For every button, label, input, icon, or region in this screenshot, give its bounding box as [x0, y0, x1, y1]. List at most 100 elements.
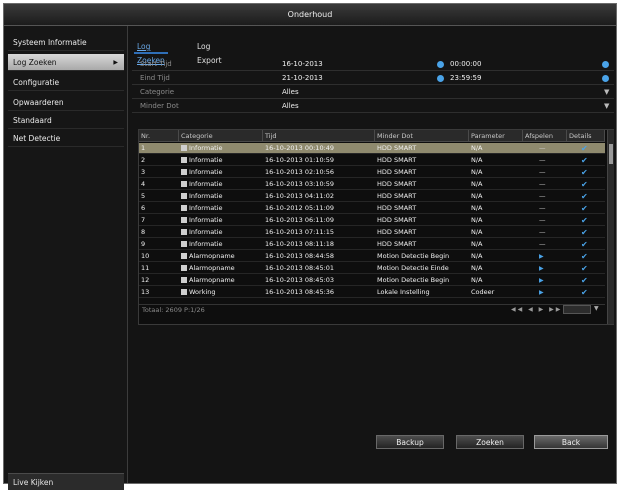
sidebar-item-system-info[interactable]: Systeem Informatie	[8, 34, 124, 51]
cell-nr: 7	[141, 216, 146, 224]
details-check-icon[interactable]: ✔	[579, 251, 599, 262]
column-header-category[interactable]: Categorie	[179, 130, 263, 142]
table-row[interactable]: 6 Informatie 16-10-2012 05:11:09 HDD SMART N…	[139, 203, 605, 214]
log-table: Nr. Categorie Tijd Minder Dot Parameter …	[138, 129, 614, 325]
info-icon	[181, 217, 187, 223]
cell-time: 16-10-2013 08:45:03	[265, 276, 335, 284]
tab-log-export[interactable]: Log Export	[194, 40, 225, 65]
sidebar-item-net-detection[interactable]: Net Detectie	[8, 130, 124, 147]
sidebar-item-upgrade[interactable]: Opwaarderen	[8, 94, 124, 111]
cell-category: Informatie	[179, 191, 263, 202]
table-row[interactable]: 2 Informatie 16-10-2013 01:10:59 HDD SMART N…	[139, 155, 605, 166]
column-header-minor-type[interactable]: Minder Dot	[375, 130, 469, 142]
end-time-label: Eind Tijd	[140, 74, 170, 82]
end-time-field[interactable]: 23:59:59	[450, 72, 481, 85]
column-header-playback[interactable]: Afspelen	[523, 130, 567, 142]
tab-log-search[interactable]: Log Zoeken	[134, 40, 168, 65]
play-icon[interactable]: ▶	[537, 251, 557, 262]
details-check-icon[interactable]: ✔	[579, 203, 599, 214]
details-check-icon[interactable]: ✔	[579, 155, 599, 166]
chevron-down-icon[interactable]: ▼	[604, 101, 609, 112]
search-button[interactable]: Zoeken	[456, 435, 524, 449]
details-check-icon[interactable]: ✔	[579, 215, 599, 226]
clock-icon[interactable]	[602, 61, 609, 68]
cell-category-text: Working	[189, 288, 216, 296]
details-check-icon[interactable]: ✔	[579, 239, 599, 250]
table-scrollbar[interactable]	[607, 130, 614, 324]
table-row[interactable]: 11 Alarmopname 16-10-2013 08:45:01 Motion D…	[139, 263, 605, 274]
cell-parameter: N/A	[471, 216, 483, 224]
cell-nr: 11	[141, 264, 150, 272]
cell-minor-type: HDD SMART	[377, 204, 417, 212]
start-date-field[interactable]: 16-10-2013	[282, 58, 323, 71]
cell-nr: 6	[141, 204, 146, 212]
back-button[interactable]: Back	[534, 435, 608, 449]
cell-time: 16-10-2013 04:11:02	[265, 192, 335, 200]
calendar-icon[interactable]	[437, 75, 444, 82]
cell-nr: 2	[141, 156, 146, 164]
column-header-details[interactable]: Details	[567, 130, 605, 142]
table-row[interactable]: 10 Alarmopname 16-10-2013 08:44:58 Motion D…	[139, 251, 605, 262]
cell-category: Working	[179, 287, 263, 298]
minor-type-select[interactable]: Alles	[282, 100, 299, 113]
table-row[interactable]: 12 Alarmopname 16-10-2013 08:45:03 Motion D…	[139, 275, 605, 286]
details-check-icon[interactable]: ✔	[579, 143, 599, 154]
calendar-icon[interactable]	[437, 61, 444, 68]
table-row[interactable]: 13 Working 16-10-2013 08:45:36 Lokale Inste…	[139, 287, 605, 298]
start-time-field[interactable]: 00:00:00	[450, 58, 481, 71]
play-icon[interactable]: ▶	[537, 275, 557, 286]
cell-minor-type: Motion Detectie Begin	[377, 276, 450, 284]
cell-minor-type: HDD SMART	[377, 240, 417, 248]
table-row[interactable]: 1 Informatie 16-10-2013 00:10:49 HDD SMART N…	[139, 143, 605, 154]
cell-time: 16-10-2013 08:45:01	[265, 264, 335, 272]
cell-nr: 4	[141, 180, 146, 188]
sidebar-item-log-search[interactable]: Log Zoeken ▶	[8, 54, 124, 71]
cell-time: 16-10-2013 03:10:59	[265, 180, 335, 188]
column-header-time[interactable]: Tijd	[263, 130, 375, 142]
details-check-icon[interactable]: ✔	[579, 227, 599, 238]
details-check-icon[interactable]: ✔	[579, 287, 599, 298]
cell-minor-type: HDD SMART	[377, 216, 417, 224]
table-row[interactable]: 3 Informatie 16-10-2013 02:10:56 HDD SMART N…	[139, 167, 605, 178]
sidebar-item-default[interactable]: Standaard	[8, 112, 124, 129]
sidebar-item-configuration[interactable]: Configuratie	[8, 74, 124, 91]
cell-category-text: Informatie	[189, 144, 223, 152]
chevron-down-icon[interactable]: ▼	[594, 305, 599, 312]
details-check-icon[interactable]: ✔	[579, 263, 599, 274]
category-select[interactable]: Alles	[282, 86, 299, 99]
pagination-controls[interactable]: ◀◀ ◀ ▶ ▶▶	[511, 306, 562, 313]
clock-icon[interactable]	[602, 75, 609, 82]
table-row[interactable]: 9 Informatie 16-10-2013 08:11:18 HDD SMART N…	[139, 239, 605, 250]
cell-parameter: N/A	[471, 192, 483, 200]
sidebar-item-label: Configuratie	[13, 78, 60, 87]
live-view-button[interactable]: Live Kijken	[8, 473, 124, 490]
page-number-input[interactable]	[563, 305, 591, 314]
cell-minor-type: HDD SMART	[377, 156, 417, 164]
no-playback-icon: —	[539, 216, 546, 224]
details-check-icon[interactable]: ✔	[579, 191, 599, 202]
column-header-parameter[interactable]: Parameter	[469, 130, 523, 142]
info-icon	[181, 205, 187, 211]
table-row[interactable]: 7 Informatie 16-10-2013 06:11:09 HDD SMART N…	[139, 215, 605, 226]
details-check-icon[interactable]: ✔	[579, 179, 599, 190]
cell-nr: 3	[141, 168, 146, 176]
no-playback-icon: —	[539, 168, 546, 176]
table-row[interactable]: 5 Informatie 16-10-2013 04:11:02 HDD SMART N…	[139, 191, 605, 202]
cell-parameter: N/A	[471, 264, 483, 272]
table-row[interactable]: 8 Informatie 16-10-2013 07:11:15 HDD SMART N…	[139, 227, 605, 238]
cell-parameter: N/A	[471, 168, 483, 176]
end-date-field[interactable]: 21-10-2013	[282, 72, 323, 85]
chevron-down-icon[interactable]: ▼	[604, 87, 609, 98]
cell-nr: 5	[141, 192, 146, 200]
details-check-icon[interactable]: ✔	[579, 275, 599, 286]
play-icon[interactable]: ▶	[537, 263, 557, 274]
backup-button[interactable]: Backup	[376, 435, 444, 449]
total-count: Totaal: 2609 P:1/26	[142, 306, 205, 314]
scrollbar-thumb[interactable]	[609, 144, 613, 164]
details-check-icon[interactable]: ✔	[579, 167, 599, 178]
cell-minor-type: HDD SMART	[377, 180, 417, 188]
column-header-nr[interactable]: Nr.	[139, 130, 179, 142]
play-icon[interactable]: ▶	[537, 287, 557, 298]
table-row[interactable]: 4 Informatie 16-10-2013 03:10:59 HDD SMART N…	[139, 179, 605, 190]
sidebar: Systeem Informatie Log Zoeken ▶ Configura…	[4, 26, 128, 490]
